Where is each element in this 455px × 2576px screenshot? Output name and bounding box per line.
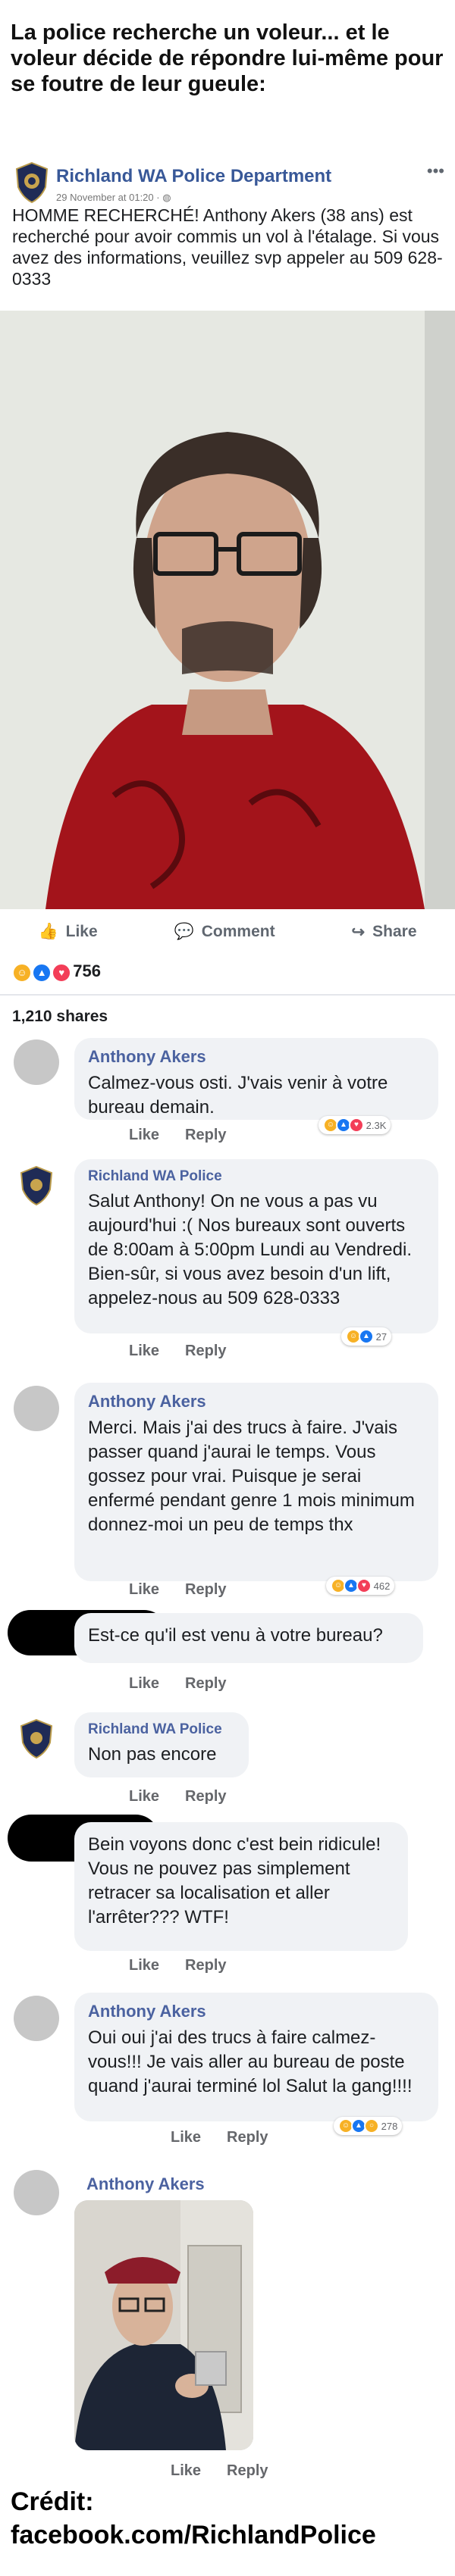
commenter-name[interactable]: Richland WA Police [88, 1168, 425, 1185]
comment-bubble: Anthony Akers Oui oui j'ai des trucs à f… [74, 1993, 438, 2121]
comment-reply-link[interactable]: Reply [185, 1581, 226, 1599]
comment-actions: Like Reply [129, 1675, 227, 1693]
police-badge-icon[interactable] [14, 161, 50, 204]
commenter-name[interactable]: Richland WA Police [88, 1721, 235, 1738]
more-options-icon[interactable]: ••• [427, 161, 444, 181]
comment-actions: Like Reply [129, 1581, 227, 1599]
comment-bubble: Anthony Akers Merci. Mais j'ai des trucs… [74, 1383, 438, 1581]
caption-text: La police recherche un voleur... et le v… [11, 20, 444, 96]
avatar[interactable] [14, 1386, 59, 1431]
comment-actions: Like Reply [129, 1957, 227, 1974]
suspect-photo[interactable] [0, 311, 455, 909]
comment-reactions[interactable]: ☺ ▲ ♥ 462 [326, 1577, 395, 1595]
suspect-photo-illustration [0, 311, 455, 909]
comment-reply-link[interactable]: Reply [185, 1788, 226, 1805]
shares-count[interactable]: 1,210 shares [12, 1008, 108, 1026]
comment-text: Non pas encore [88, 1744, 217, 1765]
comment-reply-link[interactable]: Reply [185, 1957, 226, 1974]
comment-like-link[interactable]: Like [171, 2129, 201, 2146]
comment-actions: Like Reply [129, 1788, 227, 1805]
love-reaction-icon: ♥ [356, 1578, 372, 1593]
comment-text: Oui oui j'ai des trucs à faire calmez-vo… [88, 2027, 413, 2096]
post-text: HOMME RECHERCHÉ! Anthony Akers (38 ans) … [12, 205, 443, 289]
comment-bubble: Anthony Akers Calmez-vous osti. J'vais v… [74, 1038, 438, 1120]
speech-bubble-icon: 💬 [174, 923, 194, 940]
globe-icon: ◍ [162, 192, 171, 203]
comment-actions: Like Reply [171, 2462, 268, 2480]
police-badge-icon[interactable] [14, 1715, 59, 1761]
like-reaction-icon: ▲ [359, 1329, 374, 1344]
comment-like-link[interactable]: Like [171, 2462, 201, 2480]
credit-text: Crédit: facebook.com/RichlandPolice [11, 2487, 376, 2549]
comment-actions: Like Reply [171, 2129, 268, 2146]
post-actions-bar: 👍 Like 💬 Comment ↪ Share [0, 909, 455, 955]
comment-text: Bein voyons donc c'est bein ridicule! Vo… [88, 1834, 381, 1927]
comment-reply-link[interactable]: Reply [185, 1127, 226, 1144]
comment-bubble: Est-ce qu'il est venu à votre bureau? [74, 1613, 423, 1663]
commenter-name[interactable]: Anthony Akers [88, 2002, 425, 2021]
wow-reaction-icon: ○ [364, 2118, 379, 2134]
selfie-photo-illustration [74, 2200, 253, 2450]
comment-like-link[interactable]: Like [129, 1127, 159, 1144]
comment-reactions[interactable]: ☺ ▲ ○ 278 [334, 2117, 403, 2135]
comment-actions: Like Reply [129, 1343, 227, 1360]
comment-bubble: Richland WA Police Non pas encore [74, 1712, 249, 1777]
share-arrow-icon: ↪ [351, 923, 366, 941]
commenter-name[interactable]: Anthony Akers [88, 1392, 425, 1411]
comment-text: Salut Anthony! On ne vous a pas vu aujou… [88, 1191, 412, 1308]
haha-reaction-icon: ☺ [12, 962, 32, 983]
comment-reply-link[interactable]: Reply [227, 2129, 268, 2146]
comment-reactions[interactable]: ☺ ▲ ♥ 2.3K [318, 1116, 391, 1134]
comment-reply-link[interactable]: Reply [227, 2462, 268, 2480]
love-reaction-icon: ♥ [349, 1118, 364, 1133]
comment-reactions[interactable]: ☺ ▲ 27 [341, 1327, 392, 1346]
love-reaction-icon: ♥ [52, 962, 72, 983]
police-badge-icon[interactable] [14, 1162, 59, 1208]
comment-text: Merci. Mais j'ai des trucs à faire. J'va… [88, 1418, 415, 1535]
thumbs-up-icon: 👍 [38, 923, 58, 940]
share-button[interactable]: ↪ Share [352, 923, 417, 942]
avatar[interactable] [14, 1996, 59, 2041]
comment-actions: Like Reply [129, 1127, 227, 1144]
avatar[interactable] [14, 1039, 59, 1085]
post-timestamp: 29 November at 01:20 · ◍ [56, 192, 171, 203]
avatar[interactable] [14, 2170, 59, 2215]
like-button[interactable]: 👍 Like [38, 923, 97, 941]
comment-button[interactable]: 💬 Comment [174, 923, 275, 941]
comment-like-link[interactable]: Like [129, 1343, 159, 1360]
comment-reply-link[interactable]: Reply [185, 1343, 226, 1360]
divider [0, 994, 455, 996]
comment-like-link[interactable]: Like [129, 1581, 159, 1599]
comment-reply-link[interactable]: Reply [185, 1675, 226, 1693]
comment-like-link[interactable]: Like [129, 1675, 159, 1693]
comment-text: Est-ce qu'il est venu à votre bureau? [88, 1625, 383, 1646]
reaction-count: 756 [73, 961, 101, 980]
comment-bubble: Richland WA Police Salut Anthony! On ne … [74, 1159, 438, 1333]
comment-photo[interactable] [74, 2200, 253, 2450]
comment-bubble: Bein voyons donc c'est bein ridicule! Vo… [74, 1822, 408, 1951]
comment-text: Calmez-vous osti. J'vais venir à votre b… [88, 1073, 388, 1118]
page-name-link[interactable]: Richland WA Police Department [56, 166, 331, 187]
reactions-summary[interactable]: ☺ ▲ ♥ 756 [12, 956, 101, 986]
like-reaction-icon: ▲ [32, 962, 52, 983]
post-header: Richland WA Police Department 29 Novembe… [0, 155, 455, 208]
commenter-name[interactable]: Anthony Akers [86, 2174, 205, 2194]
commenter-name[interactable]: Anthony Akers [88, 1047, 425, 1067]
facebook-post: Richland WA Police Department 29 Novembe… [0, 155, 455, 208]
comment-like-link[interactable]: Like [129, 1957, 159, 1974]
comment-like-link[interactable]: Like [129, 1788, 159, 1805]
